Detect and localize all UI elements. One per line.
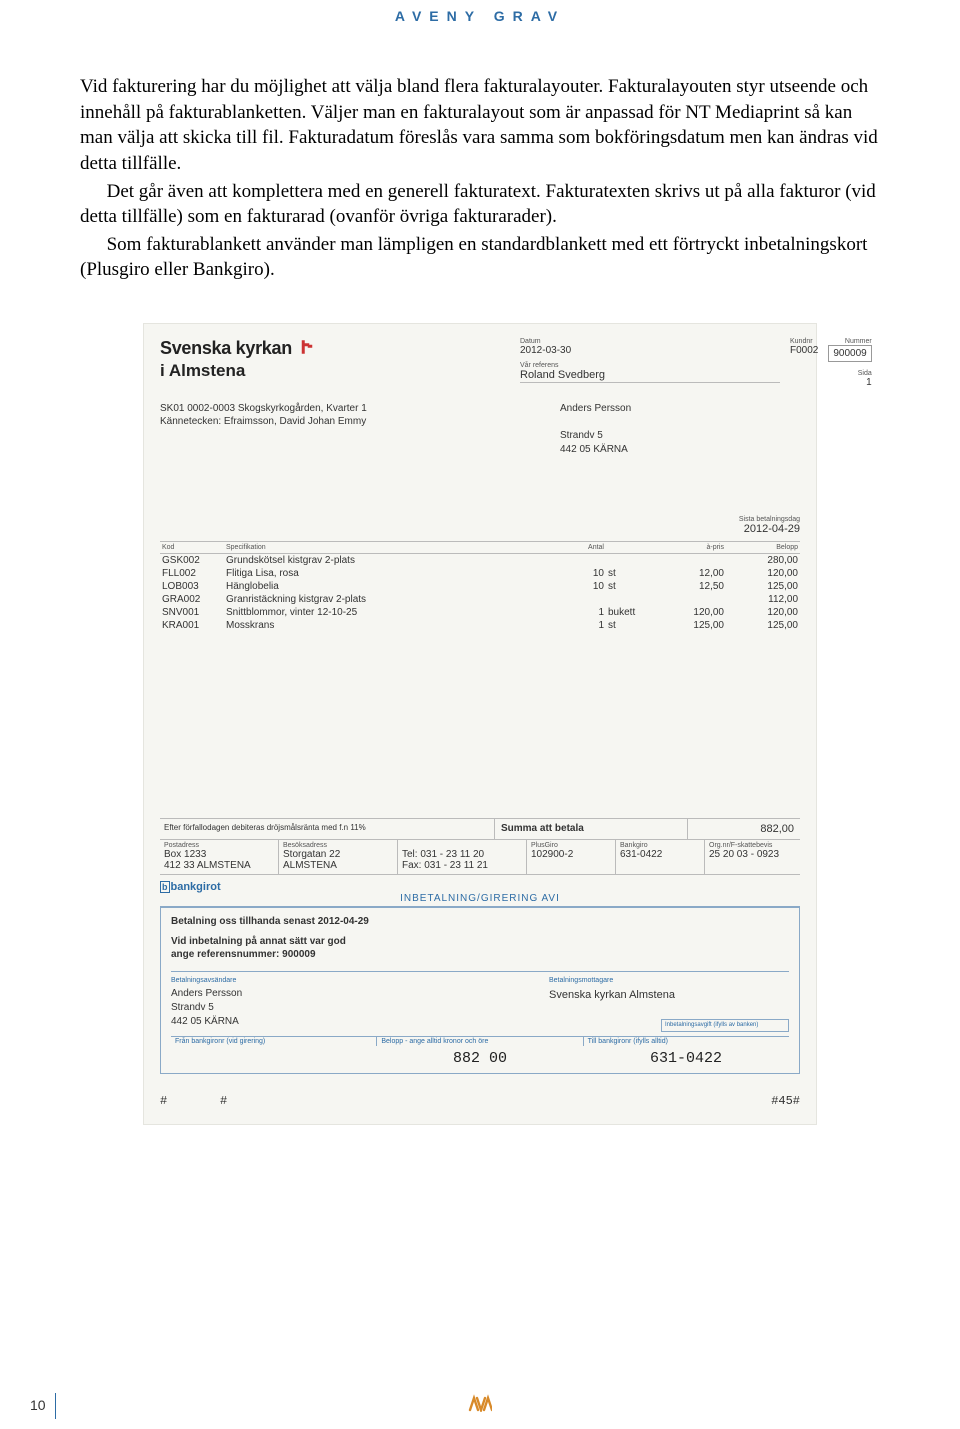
- table-row: KRA001Mosskrans1st125,00125,00: [160, 619, 800, 632]
- giro-sender-label: Betalningsavsändare: [171, 977, 236, 984]
- giro-sender-city: 442 05 KÄRNA: [171, 1015, 549, 1029]
- giro-title: INBETALNING/GIRERING AVI: [160, 891, 800, 907]
- paragraph-3: Som fakturablankett använder man lämplig…: [80, 232, 880, 283]
- value-nummer: 900009: [828, 345, 871, 362]
- label-due: Sista betalningsdag: [160, 516, 800, 523]
- col-apris: à-pris: [652, 542, 726, 554]
- giro-bl-to: Till bankgironr (ifylls alltid): [584, 1037, 789, 1046]
- giro-fee-box: Inbetalningsavgift (ifylls av banken): [661, 1019, 789, 1032]
- biller-org: 25 20 03 - 0923: [709, 849, 779, 860]
- invoice-brand-2: i Almstena: [160, 361, 520, 381]
- table-row: GSK002Grundskötsel kistgrav 2-plats280,0…: [160, 554, 800, 568]
- paragraph-2: Det går även att komplettera med en gene…: [80, 179, 880, 230]
- biller-visit1: Storgatan 22: [283, 849, 340, 860]
- footer-logo-icon: [468, 1392, 492, 1417]
- giro-sender-name: Anders Persson: [171, 987, 549, 1001]
- col-kod: Kod: [160, 542, 224, 554]
- col-belopp: Belopp: [726, 542, 800, 554]
- giro-alt2: ange referensnummer: 900009: [171, 948, 789, 961]
- recipient-city: 442 05 KÄRNA: [560, 443, 800, 457]
- page-number: 10: [30, 1397, 46, 1413]
- grave-ref-line1: SK01 0002-0003 Skogskyrkogården, Kvarter…: [160, 402, 560, 415]
- value-sida: 1: [866, 377, 872, 388]
- biller-bankgiro: 631-0422: [620, 849, 662, 860]
- table-row: GRA002Granristäckning kistgrav 2-plats11…: [160, 593, 800, 606]
- giro-pay-by: Betalning oss tillhanda senast 2012-04-2…: [171, 916, 789, 927]
- label-postaddress: Postadress: [164, 842, 274, 849]
- recipient-street: Strandv 5: [560, 429, 800, 443]
- biller-post1: Box 1233: [164, 849, 206, 860]
- ocr-left: #: [160, 1094, 220, 1108]
- invoice-sample: Svenska kyrkan i Almstena Datum 2012-03-…: [143, 323, 817, 1125]
- label-orgnr: Org.nr/F-skattebevis: [709, 842, 796, 849]
- table-row: LOB003Hänglobelia10st12,50125,00: [160, 580, 800, 593]
- label-bankgiro: Bankgiro: [620, 842, 700, 849]
- value-due: 2012-04-29: [160, 523, 800, 535]
- biller-post2: 412 33 ALMSTENA: [164, 860, 251, 871]
- col-antal: Antal: [560, 542, 606, 554]
- table-row: SNV001Snittblommor, vinter 12-10-251buke…: [160, 606, 800, 619]
- label-ref: Vår referens: [520, 362, 780, 369]
- value-kundnr: F0002: [790, 345, 818, 356]
- label-datum: Datum: [520, 338, 780, 345]
- giro-amount: 882 00: [377, 1050, 583, 1067]
- page: { "header": { "title": "AVENY GRAV" }, "…: [0, 0, 960, 1429]
- col-spec: Specifikation: [224, 542, 560, 554]
- invoice-lines-table: Kod Specifikation Antal à-pris Belopp GS…: [160, 541, 800, 632]
- page-number-divider: [55, 1393, 56, 1419]
- table-row: FLL002Flitiga Lisa, rosa10st12,00120,00: [160, 567, 800, 580]
- biller-tel: Tel: 031 - 23 11 20: [402, 849, 484, 860]
- grave-ref-line2: Kännetecken: Efraimsson, David Johan Emm…: [160, 415, 560, 428]
- biller-plusgiro: 102900-2: [531, 849, 573, 860]
- sum-amount: 882,00: [688, 819, 800, 839]
- giro-bl-from: Från bankgironr (vid girering): [171, 1037, 377, 1046]
- giro-sender-street: Strandv 5: [171, 1001, 549, 1015]
- label-kundnr: Kundnr: [790, 338, 818, 345]
- biller-visit2: ALMSTENA: [283, 860, 337, 871]
- invoice-brand-1: Svenska kyrkan: [160, 338, 292, 359]
- recipient-name: Anders Persson: [560, 402, 800, 416]
- running-header: AVENY GRAV: [80, 8, 880, 24]
- label-visitaddress: Besöksadress: [283, 842, 393, 849]
- ocr-mid: #: [220, 1094, 280, 1108]
- ocr-right: #45#: [720, 1094, 800, 1108]
- label-sida: Sida: [858, 370, 872, 377]
- sum-label: Summa att betala: [495, 819, 688, 839]
- paragraph-1: Vid fakturering har du möjlighet att väl…: [80, 74, 880, 177]
- church-logo-icon: [298, 338, 316, 359]
- giro-bl-amount: Belopp - ange alltid kronor och öre: [377, 1037, 583, 1046]
- giro-to-bg: 631-0422: [583, 1050, 789, 1067]
- label-nummer: Nummer: [828, 338, 871, 345]
- giro-recv: Svenska kyrkan Almstena: [549, 989, 789, 1001]
- body-text: Vid fakturering har du möjlighet att väl…: [80, 74, 880, 283]
- giro-recv-label: Betalningsmottagare: [549, 977, 613, 984]
- label-plusgiro: PlusGiro: [531, 842, 611, 849]
- late-interest-note: Efter förfallodagen debiteras dröjsmålsr…: [160, 819, 495, 839]
- giro-alt1: Vid inbetalning på annat sätt var god: [171, 935, 789, 948]
- value-datum: 2012-03-30: [520, 345, 780, 356]
- value-ref: Roland Svedberg: [520, 369, 780, 383]
- biller-fax: Fax: 031 - 23 11 21: [402, 860, 488, 871]
